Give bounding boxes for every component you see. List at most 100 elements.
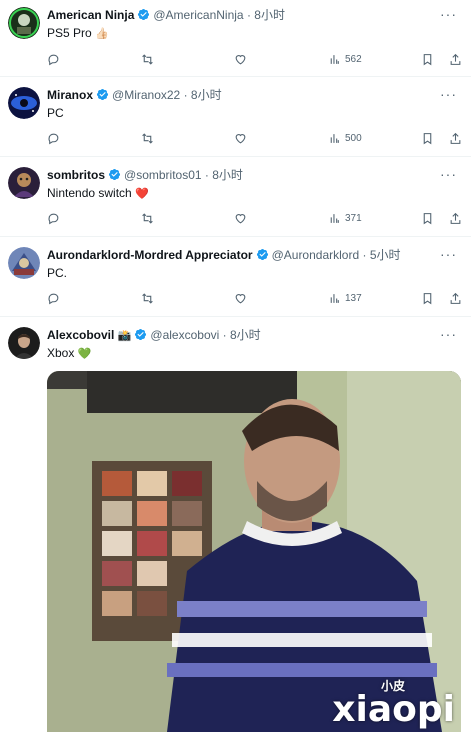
user-handle[interactable]: @alexcobovi xyxy=(150,328,219,342)
view-count: 137 xyxy=(345,292,362,304)
more-options-icon[interactable]: ··· xyxy=(440,6,457,22)
retweet-icon xyxy=(142,53,153,65)
heart-icon xyxy=(235,213,246,223)
reply-icon xyxy=(48,133,59,144)
tweet-text: PC. xyxy=(47,266,67,280)
watermark: 小皮 xiaopi xyxy=(332,679,455,730)
share-icon xyxy=(450,132,461,144)
reply-icon xyxy=(48,213,59,224)
bookmark-icon xyxy=(423,292,432,304)
share-button[interactable] xyxy=(449,290,462,306)
analytics-icon xyxy=(330,213,339,223)
retweet-button[interactable] xyxy=(141,130,154,146)
display-name[interactable]: American Ninja xyxy=(47,8,134,22)
tweet-header: sombritos @sombritos01 · 8小时 xyxy=(47,168,431,182)
bookmark-button[interactable] xyxy=(421,51,434,67)
share-icon xyxy=(450,53,461,65)
bookmark-button[interactable] xyxy=(421,290,434,306)
user-handle[interactable]: @sombritos01 xyxy=(124,168,202,182)
reply-button[interactable] xyxy=(47,51,60,67)
more-options-icon[interactable]: ··· xyxy=(440,246,457,262)
avatar[interactable] xyxy=(8,87,40,119)
bookmark-icon xyxy=(423,53,432,65)
display-name[interactable]: sombritos xyxy=(47,168,105,182)
red-heart-emoji: ❤️ xyxy=(135,188,149,200)
tweet[interactable]: Aurondarklord-Mordred Appreciator @Aurond… xyxy=(0,237,471,317)
heart-icon xyxy=(235,293,246,303)
display-name[interactable]: Aurondarklord-Mordred Appreciator xyxy=(47,248,253,262)
share-button[interactable] xyxy=(449,130,462,146)
reply-icon xyxy=(48,54,59,65)
like-button[interactable] xyxy=(234,130,247,146)
more-options-icon[interactable]: ··· xyxy=(440,86,457,102)
avatar[interactable] xyxy=(8,167,40,199)
tweet-media-gif[interactable]: 小皮 xiaopi xyxy=(47,371,461,732)
user-handle[interactable]: @Miranox22 xyxy=(112,88,180,102)
tweet-text: Xbox 💚 xyxy=(47,346,91,361)
tweet-text-body: Nintendo switch xyxy=(47,186,132,200)
retweet-button[interactable] xyxy=(141,290,154,306)
tweet[interactable]: sombritos @sombritos01 · 8小时 ··· Nintendo… xyxy=(0,157,471,237)
retweet-icon xyxy=(142,132,153,144)
more-options-icon[interactable]: ··· xyxy=(440,166,457,182)
retweet-button[interactable] xyxy=(141,51,154,67)
tweet-text: PC xyxy=(47,106,64,120)
share-button[interactable] xyxy=(449,210,462,226)
timestamp[interactable]: 8小时 xyxy=(191,88,222,102)
avatar[interactable] xyxy=(8,247,40,279)
share-button[interactable] xyxy=(449,51,462,67)
views-button[interactable]: 371 xyxy=(328,210,362,226)
tweet-text-body: Xbox xyxy=(47,346,75,360)
tweet-text-body: PC xyxy=(47,106,64,120)
heart-icon xyxy=(235,133,246,143)
green-heart-emoji: 💚 xyxy=(77,348,92,360)
view-count: 371 xyxy=(345,212,362,224)
views-button[interactable]: 500 xyxy=(328,130,362,146)
timestamp[interactable]: 8小时 xyxy=(254,8,285,22)
share-icon xyxy=(450,292,461,304)
bookmark-button[interactable] xyxy=(421,210,434,226)
analytics-icon xyxy=(330,54,339,64)
views-button[interactable]: 562 xyxy=(328,51,362,67)
reply-button[interactable] xyxy=(47,290,60,306)
retweet-icon xyxy=(142,292,153,304)
tweet-header: American Ninja @AmericanNinja · 8小时 xyxy=(47,8,431,22)
timestamp[interactable]: 8小时 xyxy=(212,168,243,182)
like-button[interactable] xyxy=(234,51,247,67)
display-name[interactable]: Alexcobovil xyxy=(47,328,114,342)
tweet-header: Miranox @Miranox22 · 8小时 xyxy=(47,88,431,102)
share-icon xyxy=(450,212,461,224)
bookmark-icon xyxy=(423,132,432,144)
watermark-small: 小皮 xyxy=(380,679,405,693)
like-button[interactable] xyxy=(234,210,247,226)
tweet[interactable]: Miranox @Miranox22 · 8小时 ··· PC 500 xyxy=(0,77,471,157)
user-handle[interactable]: @Aurondarklord xyxy=(272,248,360,262)
user-handle[interactable]: @AmericanNinja xyxy=(153,8,243,22)
analytics-icon xyxy=(330,293,339,303)
timestamp[interactable]: 5小时 xyxy=(370,248,401,262)
tweet-actions: 562 xyxy=(0,51,471,67)
tweet-actions: 500 xyxy=(0,130,471,146)
bookmark-button[interactable] xyxy=(421,130,434,146)
display-name[interactable]: Miranox xyxy=(47,88,93,102)
separator-dot: · xyxy=(204,168,209,182)
retweet-icon xyxy=(142,212,153,224)
reply-button[interactable] xyxy=(47,210,60,226)
avatar[interactable] xyxy=(8,327,40,359)
like-button[interactable] xyxy=(234,290,247,306)
verified-badge-icon xyxy=(256,248,268,261)
analytics-icon xyxy=(330,133,339,143)
views-button[interactable]: 137 xyxy=(328,290,362,306)
separator-dot: · xyxy=(362,248,367,262)
tweet-feed: American Ninja @AmericanNinja · 8小时 ··· P… xyxy=(0,0,471,732)
retweet-button[interactable] xyxy=(141,210,154,226)
reply-button[interactable] xyxy=(47,130,60,146)
tweet-text: PS5 Pro 👍🏻 xyxy=(47,26,109,41)
verified-badge-icon xyxy=(135,328,147,341)
separator-dot: · xyxy=(222,328,227,342)
verified-badge-icon xyxy=(108,168,121,181)
tweet[interactable]: American Ninja @AmericanNinja · 8小时 ··· P… xyxy=(0,0,471,77)
timestamp[interactable]: 8小时 xyxy=(230,328,261,342)
avatar[interactable] xyxy=(8,7,40,39)
more-options-icon[interactable]: ··· xyxy=(440,326,457,342)
